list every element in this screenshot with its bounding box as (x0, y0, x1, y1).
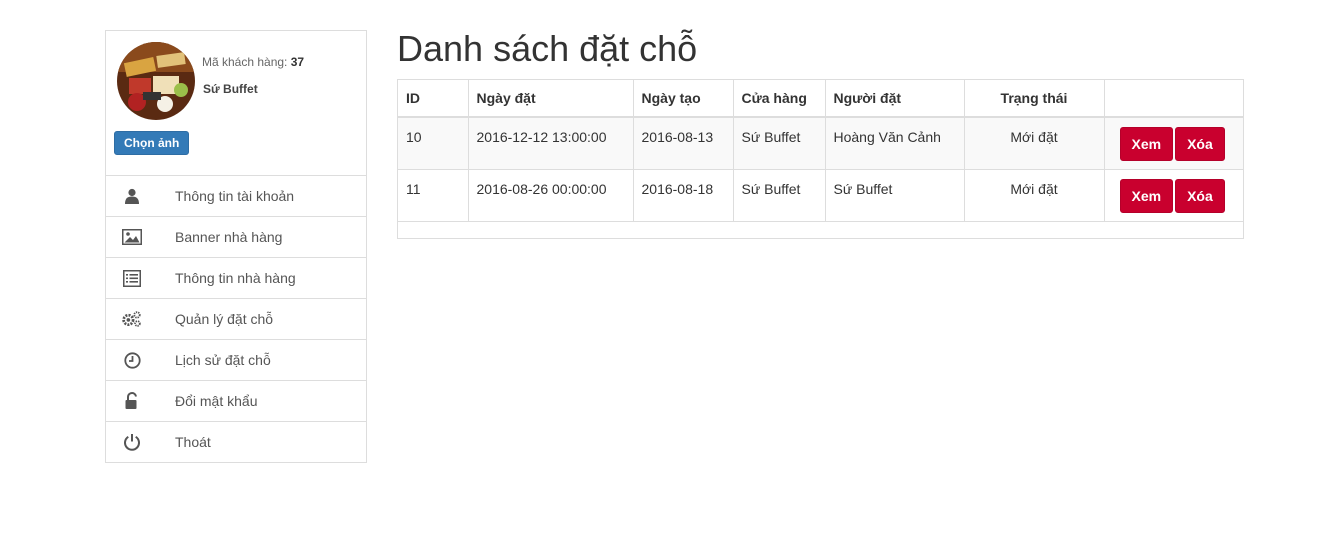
sidebar-item-label: Đổi mật khẩu (175, 393, 258, 409)
cell-booking-date: 2016-08-26 00:00:00 (468, 169, 634, 222)
list-alt-icon (122, 269, 142, 287)
cell-status: Mới đặt (964, 117, 1105, 170)
customer-id-label: Mã khách hàng: (202, 55, 288, 69)
view-button[interactable]: Xem (1119, 127, 1174, 161)
sidebar-item-label: Thông tin tài khoản (175, 188, 295, 204)
clock-icon (122, 351, 142, 369)
cell-booking-date: 2016-12-12 13:00:00 (468, 117, 634, 170)
delete-button[interactable]: Xóa (1175, 178, 1225, 213)
cell-status: Mới đặt (964, 169, 1105, 222)
cell-booker: Hoàng Văn Cảnh (825, 117, 965, 170)
column-header-booking-date: Ngày đặt (468, 80, 634, 118)
column-header-actions (1104, 80, 1243, 118)
customer-id-line: Mã khách hàng: 37 (202, 55, 304, 69)
sidebar-menu: Thông tin tài khoản Banner nhà hàng Thôn… (106, 176, 366, 463)
cell-booker: Sứ Buffet (825, 169, 965, 222)
profile-card: Mã khách hàng: 37 Sứ Buffet Chọn ảnh (106, 31, 366, 176)
cogs-icon (122, 310, 142, 328)
sidebar-item-label: Thông tin nhà hàng (175, 270, 296, 286)
booking-table: ID Ngày đặt Ngày tạo Cửa hàng Người đặt … (398, 80, 1243, 222)
picture-icon (122, 228, 142, 246)
sidebar-item-booking-history[interactable]: Lịch sử đặt chỗ (106, 340, 366, 381)
profile-sidebar: Mã khách hàng: 37 Sứ Buffet Chọn ảnh Thô… (105, 30, 367, 463)
page-title: Danh sách đặt chỗ (397, 28, 698, 69)
choose-image-button[interactable]: Chọn ảnh (114, 131, 190, 155)
sidebar-item-account-info[interactable]: Thông tin tài khoản (106, 176, 366, 217)
customer-name: Sứ Buffet (203, 82, 258, 96)
column-header-id: ID (398, 80, 469, 118)
sidebar-item-restaurant-info[interactable]: Thông tin nhà hàng (106, 258, 366, 299)
sidebar-item-label: Lịch sử đặt chỗ (175, 352, 271, 368)
table-row: 11 2016-08-26 00:00:00 2016-08-18 Sứ Buf… (398, 169, 1243, 222)
sidebar-item-banner[interactable]: Banner nhà hàng (106, 217, 366, 258)
cell-created-date: 2016-08-13 (633, 117, 734, 170)
sidebar-item-label: Thoát (175, 434, 211, 450)
customer-id: 37 (290, 55, 305, 69)
cell-id: 11 (398, 169, 469, 222)
booking-table-container: ID Ngày đặt Ngày tạo Cửa hàng Người đặt … (397, 79, 1244, 239)
table-row: 10 2016-12-12 13:00:00 2016-08-13 Sứ Buf… (398, 117, 1243, 170)
avatar (117, 42, 195, 120)
unlock-icon (122, 392, 142, 410)
cell-store: Sứ Buffet (733, 117, 826, 170)
sidebar-item-label: Banner nhà hàng (175, 229, 283, 245)
sidebar-item-booking-management[interactable]: Quản lý đặt chỗ (106, 299, 366, 340)
cell-actions: Xem Xóa (1104, 117, 1243, 170)
user-icon (122, 187, 142, 205)
sidebar-item-logout[interactable]: Thoát (106, 422, 366, 463)
cell-store: Sứ Buffet (733, 169, 826, 222)
cell-actions: Xem Xóa (1104, 169, 1243, 222)
power-icon (122, 433, 142, 451)
column-header-status: Trạng thái (964, 80, 1105, 118)
cell-created-date: 2016-08-18 (633, 169, 734, 222)
column-header-created-date: Ngày tạo (633, 80, 734, 118)
sidebar-item-change-password[interactable]: Đổi mật khẩu (106, 381, 366, 422)
column-header-store: Cửa hàng (733, 80, 826, 118)
delete-button[interactable]: Xóa (1175, 127, 1225, 161)
table-header-row: ID Ngày đặt Ngày tạo Cửa hàng Người đặt … (398, 80, 1243, 118)
sidebar-item-label: Quản lý đặt chỗ (175, 311, 274, 327)
view-button[interactable]: Xem (1119, 178, 1174, 213)
column-header-booker: Người đặt (825, 80, 965, 118)
cell-id: 10 (398, 117, 469, 170)
